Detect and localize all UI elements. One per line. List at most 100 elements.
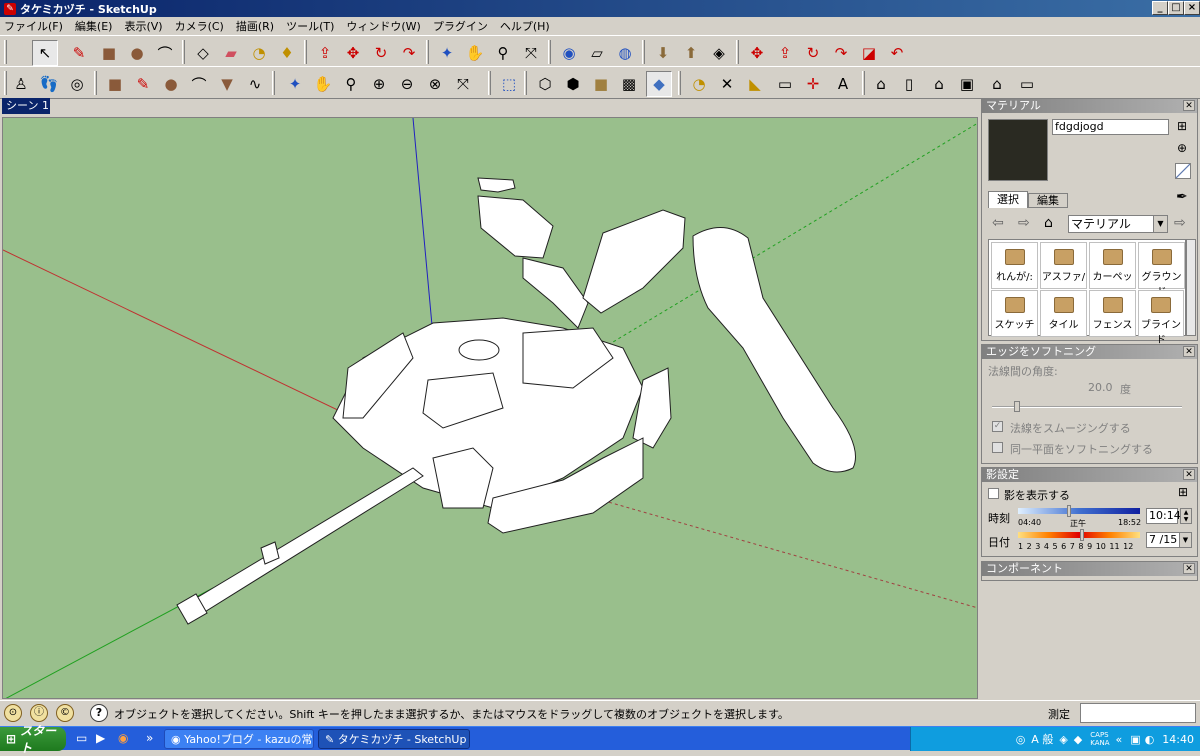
material-tile[interactable]: カーペッ [1089,242,1136,289]
google-earth-icon[interactable]: ◍ [612,40,638,66]
material-tile[interactable]: タイル [1040,290,1087,337]
show-desktop-icon[interactable]: ▭ [76,731,87,745]
model-viewport[interactable] [2,117,978,699]
menu-camera[interactable]: カメラ(C) [175,18,224,34]
push-pull-2-icon[interactable]: ⇪ [772,40,798,66]
zoom-tool-icon[interactable]: ⚲ [490,40,516,66]
menu-window[interactable]: ウィンドウ(W) [346,18,420,34]
forward-arrow-icon[interactable]: ⇨ [1018,215,1030,231]
look-around-icon[interactable]: ◎ [64,71,90,97]
clock[interactable]: 14:40 [1162,733,1194,746]
top-view-icon[interactable]: ▯ [896,71,922,97]
pencil-tool-icon[interactable]: ✎ [66,40,92,66]
coplanar-checkbox[interactable] [992,442,1003,453]
arc-tool-icon[interactable]: ⌒ [152,40,178,66]
monochrome-icon[interactable]: ◆ [646,71,672,97]
angle-slider-track[interactable] [992,406,1182,408]
default-material-icon[interactable] [1175,163,1191,179]
protractor-icon[interactable]: ◣ [742,71,768,97]
circle-tool-icon[interactable]: ● [124,40,150,66]
credits-icon[interactable]: ⓘ [30,704,48,722]
hidden-line-icon[interactable]: ⬢ [560,71,586,97]
media-player-icon[interactable]: ▶ [96,731,105,745]
text-tool-icon[interactable]: ▭ [772,71,798,97]
axes-tool-icon[interactable]: ✛ [800,71,826,97]
start-button[interactable]: ⊞ スタート [0,724,66,755]
share-model-icon[interactable]: ⬆ [678,40,704,66]
circle-icon[interactable]: ● [158,71,184,97]
previous-view-icon[interactable]: ⊖ [394,71,420,97]
xray-icon[interactable]: ⬚ [496,71,522,97]
close-icon[interactable]: ✕ [1183,100,1195,111]
task-sketchup[interactable]: ✎ タケミカヅチ - SketchUp [318,729,470,749]
smooth-normals-checkbox[interactable]: ✓ [992,421,1003,432]
maximize-button[interactable]: □ [1168,1,1184,15]
next-view-icon[interactable]: ⊗ [422,71,448,97]
copyright-icon[interactable]: © [56,704,74,722]
wireframe-icon[interactable]: ⬡ [532,71,558,97]
arc-icon[interactable]: ⌒ [186,71,212,97]
zoom-icon[interactable]: ⚲ [338,71,364,97]
rectangle-icon[interactable]: ■ [102,71,128,97]
menu-file[interactable]: ファイル(F) [4,18,63,34]
close-icon[interactable]: ✕ [1183,563,1195,574]
orbit-tool-icon[interactable]: ✦ [434,40,460,66]
get-models-icon[interactable]: ⬇ [650,40,676,66]
volume-icon[interactable]: ◐ [1145,733,1155,746]
shaded-icon[interactable]: ■ [588,71,614,97]
back-view-icon[interactable]: ⌂ [984,71,1010,97]
pan-tool-icon[interactable]: ✋ [462,40,488,66]
expand-icon[interactable]: ⊞ [1178,485,1188,499]
zoom-extents-icon[interactable]: ⤧ [518,40,544,66]
freehand-icon[interactable]: ∿ [242,71,268,97]
angle-slider-thumb[interactable] [1014,401,1020,412]
ime-icon[interactable]: A 般 [1031,731,1053,747]
shaded-textures-icon[interactable]: ▩ [616,71,642,97]
time-spinner[interactable]: ▲ ▼ [1180,508,1192,524]
eraser-tool-icon[interactable]: ▰ [218,40,244,66]
front-view-icon[interactable]: ⌂ [926,71,952,97]
menu-plugins[interactable]: プラグイン [433,18,488,34]
material-tile[interactable]: グラウンド [1138,242,1185,298]
close-icon[interactable]: ✕ [1183,469,1195,480]
footprints-icon[interactable]: 👣 [36,71,62,97]
quicklaunch-more-icon[interactable]: » [146,731,153,745]
follow-me-icon[interactable]: ↷ [396,40,422,66]
left-view-icon[interactable]: ▭ [1014,71,1040,97]
menu-draw[interactable]: 描画(R) [236,18,274,34]
minimize-button[interactable]: _ [1152,1,1168,15]
share-component-icon[interactable]: ◈ [706,40,732,66]
help-icon[interactable]: ? [90,704,108,722]
tape-icon[interactable]: ◔ [686,71,712,97]
walk-person-icon[interactable]: ♙ [8,71,34,97]
eyedropper-icon[interactable]: ✒ [1176,189,1188,205]
tray-expand-icon[interactable]: « [1116,733,1123,746]
rectangle-tool-icon[interactable]: ■ [96,40,122,66]
right-view-icon[interactable]: ▣ [954,71,980,97]
orbit-icon[interactable]: ✦ [282,71,308,97]
task-yahoo-blog[interactable]: ◉ Yahoo!ブログ - kazuの常... [164,729,314,749]
tray-icon-c[interactable]: ◆ [1074,733,1082,746]
back-arrow-icon[interactable]: ⇦ [992,215,1004,231]
follow-me-2-icon[interactable]: ↷ [828,40,854,66]
material-tile[interactable]: アスファ/ [1040,242,1087,289]
details-arrow-icon[interactable]: ⇨ [1174,215,1186,231]
select-tool-icon[interactable]: ↖ [32,40,58,66]
zoom-window-icon[interactable]: ⊕ [366,71,392,97]
create-material-icon[interactable]: ⊕ [1177,141,1187,155]
dimensions-icon[interactable]: ✕ [714,71,740,97]
home-icon[interactable]: ⌂ [1044,215,1053,231]
scene-tab[interactable]: シーン 1 [2,98,50,114]
rotate-tool-2-icon[interactable]: ↻ [800,40,826,66]
geo-info-icon[interactable]: ⊙ [4,704,22,722]
firefox-icon[interactable]: ◉ [118,731,128,745]
chevron-down-icon[interactable]: ▼ [1179,533,1191,547]
push-pull-icon[interactable]: ⇪ [312,40,338,66]
3d-text-icon[interactable]: A [830,71,856,97]
tape-measure-icon[interactable]: ◔ [246,40,272,66]
photo-texture-icon[interactable]: ▱ [584,40,610,66]
materials-scrollbar[interactable] [1186,239,1196,336]
material-tile[interactable]: ブラインド [1138,290,1184,346]
move-tool-icon[interactable]: ✥ [340,40,366,66]
material-name-field[interactable]: fdgdjogd [1052,119,1169,135]
